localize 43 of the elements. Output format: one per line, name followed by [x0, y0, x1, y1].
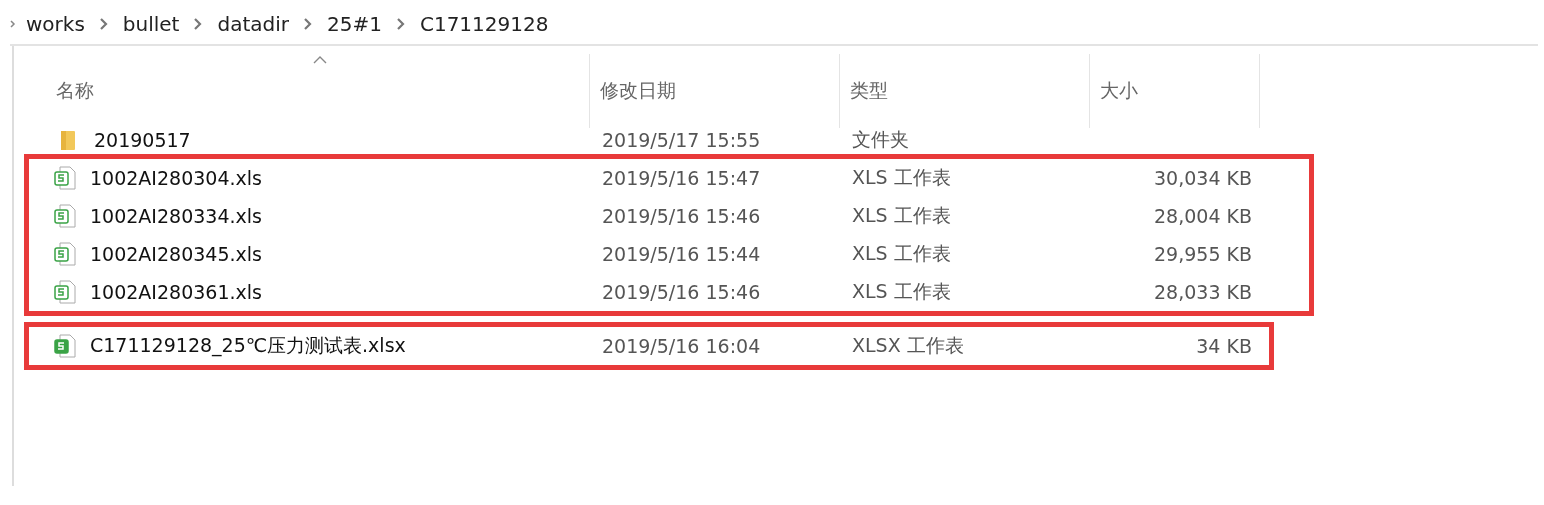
- spreadsheet-file-icon: [54, 204, 76, 228]
- file-size: 28,033 KB: [1153, 281, 1252, 303]
- chevron-icon: [395, 17, 406, 31]
- breadcrumb-item[interactable]: bullet: [122, 12, 180, 36]
- modified-date: 2019/5/16 15:44: [602, 243, 762, 265]
- spreadsheet-file-icon: [54, 242, 76, 266]
- file-type: 文件夹: [852, 127, 910, 152]
- file-name[interactable]: 1002AI280334.xls: [90, 205, 262, 227]
- file-type: XLS 工作表: [852, 165, 952, 190]
- spreadsheet-file-icon: [54, 334, 76, 358]
- file-type: XLS 工作表: [852, 279, 952, 304]
- file-size: 29,955 KB: [1153, 243, 1252, 265]
- modified-date: 2019/5/17 15:55: [602, 129, 762, 151]
- file-size: 34 KB: [1195, 335, 1252, 357]
- file-type: XLSX 工作表: [852, 333, 965, 358]
- file-size: 28,004 KB: [1153, 205, 1252, 227]
- column-header[interactable]: 大小: [1090, 54, 1260, 128]
- column-header[interactable]: 类型: [840, 54, 1090, 128]
- breadcrumb-item[interactable]: 25#1: [327, 12, 382, 36]
- file-type: XLS 工作表: [852, 241, 952, 266]
- file-name[interactable]: 20190517: [94, 129, 191, 151]
- file-name[interactable]: C171129128_25℃压力测试表.xlsx: [90, 333, 406, 359]
- chevron-icon: [303, 17, 313, 31]
- modified-date: 2019/5/16 15:46: [602, 205, 762, 227]
- file-name[interactable]: 1002AI280361.xls: [90, 281, 262, 303]
- file-size: 30,034 KB: [1153, 167, 1252, 189]
- folder-icon: [60, 129, 76, 151]
- file-name[interactable]: 1002AI280304.xls: [90, 167, 262, 189]
- file-type: XLS 工作表: [852, 203, 952, 228]
- spreadsheet-file-icon: [54, 166, 76, 190]
- spreadsheet-file-icon: [54, 280, 76, 304]
- chevron-icon: [98, 17, 109, 31]
- column-header[interactable]: 修改日期: [590, 54, 840, 128]
- modified-date: 2019/5/16 16:04: [602, 335, 762, 357]
- modified-date: 2019/5/16 15:47: [602, 167, 762, 189]
- chevron-icon: [10, 19, 16, 29]
- breadcrumb-item[interactable]: datadir: [217, 12, 289, 36]
- chevron-icon: [193, 17, 204, 31]
- breadcrumb-item[interactable]: works: [26, 12, 85, 36]
- file-name[interactable]: 1002AI280345.xls: [90, 243, 262, 265]
- column-header[interactable]: 名称: [14, 54, 590, 128]
- modified-date: 2019/5/16 15:46: [602, 281, 762, 303]
- breadcrumb-item[interactable]: C171129128: [419, 12, 549, 36]
